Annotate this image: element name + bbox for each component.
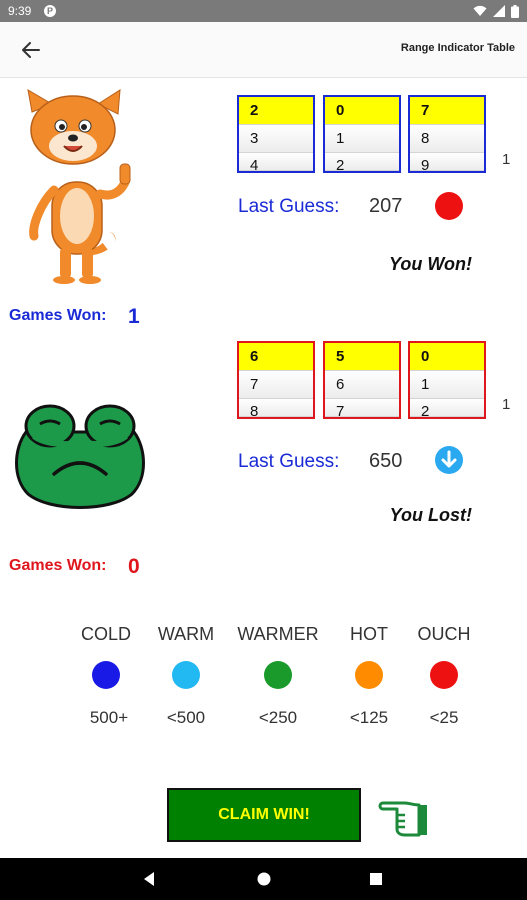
next-digit: 6 [325, 371, 399, 399]
selected-digit: 6 [239, 343, 313, 371]
legend-dot-hot [355, 661, 383, 689]
nav-recents-icon[interactable] [369, 872, 383, 886]
games-won-label: Games Won: [9, 557, 107, 574]
partial-digit: 9 [410, 153, 484, 171]
frog-avatar [15, 404, 145, 509]
selected-digit: 5 [325, 343, 399, 371]
legend-range-ouch: <25 [429, 708, 459, 727]
wifi-icon [473, 5, 487, 16]
selected-digit: 7 [410, 97, 484, 125]
result-won-text: You Won! [389, 254, 472, 274]
legend-dot-cold [92, 661, 120, 689]
claim-win-button[interactable]: CLAIM WIN! [167, 788, 361, 842]
next-digit: 8 [410, 125, 484, 153]
digit-wheel-tens[interactable]: 0 1 2 [323, 95, 401, 173]
nav-back-icon[interactable] [142, 871, 158, 887]
side-number: 1 [502, 151, 511, 168]
side-number: 1 [502, 396, 511, 413]
legend-dot-ouch [430, 661, 458, 689]
digit-wheel-tens[interactable]: 5 6 7 [323, 341, 401, 419]
status-time: 9:39 [8, 4, 32, 18]
system-nav-bar [0, 858, 527, 900]
last-guess-label: Last Guess: [238, 451, 340, 472]
next-digit: 1 [325, 125, 399, 153]
games-won-label: Games Won: [9, 307, 107, 324]
arrow-left-icon [22, 42, 40, 58]
page-title: Range Indicator Table [400, 42, 515, 54]
legend-range-warmer: <250 [258, 708, 298, 727]
games-won-value: 0 [128, 555, 140, 578]
legend-label-warmer: WARMER [237, 624, 319, 644]
partial-digit: 8 [239, 399, 313, 417]
nav-home-icon[interactable] [256, 871, 272, 887]
back-button[interactable] [14, 34, 48, 66]
signal-icon [493, 5, 505, 17]
status-bar: 9:39 P [0, 0, 527, 22]
app-bar: Range Indicator Table [0, 22, 527, 78]
partial-digit: 7 [325, 399, 399, 417]
last-guess-value: 650 [369, 450, 403, 472]
games-won-value: 1 [128, 305, 140, 328]
battery-icon [511, 4, 519, 18]
next-digit: 7 [239, 371, 313, 399]
legend-dot-warm [172, 661, 200, 689]
selected-digit: 0 [410, 343, 484, 371]
partial-digit: 2 [410, 399, 484, 417]
legend-label-ouch: OUCH [417, 624, 471, 644]
fox-avatar [27, 89, 131, 284]
legend-range-warm: <500 [166, 708, 206, 727]
down-arrow-circle-icon [435, 446, 463, 474]
last-guess-label: Last Guess: [238, 196, 340, 217]
legend-label-warm: WARM [157, 624, 215, 644]
partial-digit: 4 [239, 153, 313, 171]
legend-dot-warmer [264, 661, 292, 689]
selected-digit: 2 [239, 97, 313, 125]
next-digit: 1 [410, 371, 484, 399]
temperature-indicator-red [435, 192, 463, 220]
last-guess-value: 207 [369, 195, 403, 217]
digit-wheel-hundreds[interactable]: 2 3 4 [237, 95, 315, 173]
claim-win-label: CLAIM WIN! [218, 806, 310, 823]
pointing-hand-icon [378, 801, 427, 837]
digit-wheel-ones[interactable]: 0 1 2 [408, 341, 486, 419]
notification-app-icon: P [44, 5, 56, 17]
next-digit: 3 [239, 125, 313, 153]
partial-digit: 2 [325, 153, 399, 171]
digit-wheel-ones[interactable]: 7 8 9 [408, 95, 486, 173]
selected-digit: 0 [325, 97, 399, 125]
digit-wheel-hundreds[interactable]: 6 7 8 [237, 341, 315, 419]
result-lost-text: You Lost! [389, 505, 472, 525]
